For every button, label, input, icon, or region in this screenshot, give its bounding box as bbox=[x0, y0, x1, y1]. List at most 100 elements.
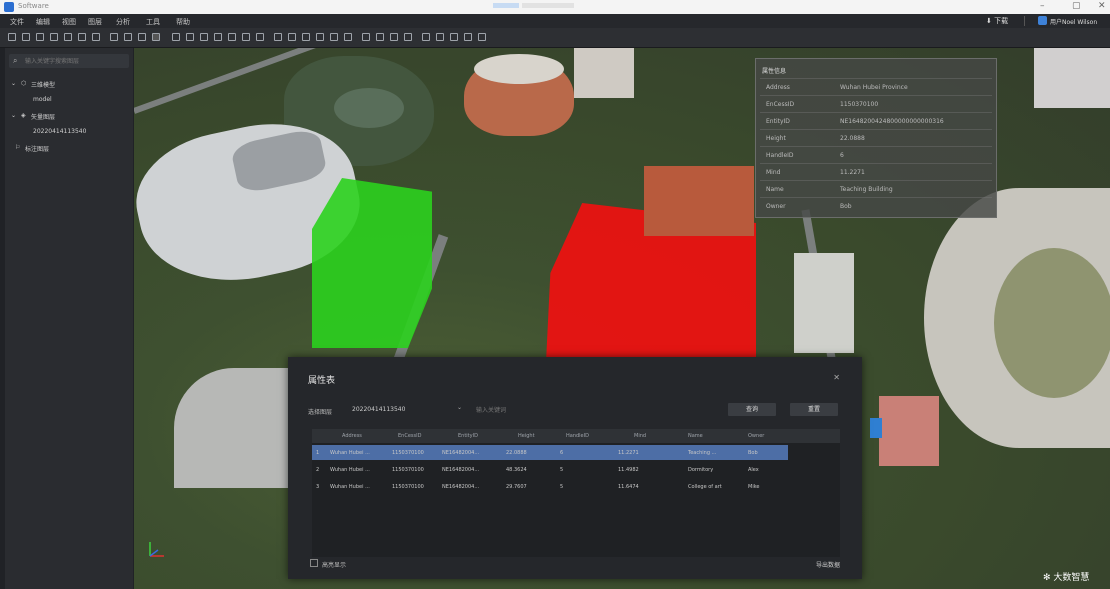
feature-info-popup: 属性信息 Address Wuhan Hubei Province EnCess… bbox=[755, 58, 997, 218]
building[interactable] bbox=[574, 48, 634, 98]
popup-key: Mind bbox=[766, 169, 781, 176]
export-data-button[interactable]: 导出数据 bbox=[816, 560, 840, 569]
scene-icon[interactable] bbox=[302, 33, 310, 41]
expand-icon[interactable]: ⌄ bbox=[11, 112, 16, 119]
close-window-icon[interactable]: ✕ bbox=[1098, 1, 1106, 11]
toolbar bbox=[0, 28, 1110, 48]
building[interactable] bbox=[879, 396, 939, 466]
profile-icon[interactable] bbox=[376, 33, 384, 41]
close-icon[interactable] bbox=[92, 33, 100, 41]
column-header[interactable]: HandleID bbox=[566, 433, 589, 439]
zoom-in-icon[interactable] bbox=[124, 33, 132, 41]
layer-icon[interactable] bbox=[50, 33, 58, 41]
cube-icon: ⬡ bbox=[21, 80, 27, 87]
globe-icon[interactable] bbox=[404, 33, 412, 41]
column-header[interactable]: EnCessID bbox=[398, 433, 421, 439]
menu-view[interactable]: 视图 bbox=[62, 17, 76, 27]
highlight-checkbox-label: 高亮显示 bbox=[322, 562, 347, 569]
menu-help[interactable]: 帮助 bbox=[176, 17, 190, 27]
avatar[interactable] bbox=[1038, 16, 1047, 25]
popup-key: Owner bbox=[766, 203, 786, 210]
download-button[interactable]: ⬇ 下载 bbox=[986, 16, 1008, 26]
query-icon[interactable] bbox=[422, 33, 430, 41]
pond bbox=[334, 88, 404, 128]
query-button[interactable]: 查询 bbox=[728, 403, 776, 416]
refresh-icon[interactable] bbox=[64, 33, 72, 41]
light-icon[interactable] bbox=[316, 33, 324, 41]
minimize-icon[interactable]: – bbox=[1040, 1, 1045, 11]
area-icon[interactable] bbox=[200, 33, 208, 41]
divider bbox=[760, 146, 992, 147]
grid-icon[interactable] bbox=[172, 33, 180, 41]
highlighted-building-green[interactable] bbox=[312, 178, 432, 348]
user-name[interactable]: 用户Noel Wilson bbox=[1050, 17, 1097, 26]
column-header[interactable]: Name bbox=[688, 433, 703, 439]
popup-value: Bob bbox=[840, 203, 852, 210]
select-icon[interactable] bbox=[152, 33, 160, 41]
open-folder-icon[interactable] bbox=[22, 33, 30, 41]
column-header[interactable]: Mind bbox=[634, 433, 646, 439]
column-header[interactable]: Address bbox=[342, 433, 362, 439]
menu-layer[interactable]: 图层 bbox=[88, 17, 102, 27]
add-icon[interactable] bbox=[110, 33, 118, 41]
delete-icon[interactable] bbox=[288, 33, 296, 41]
box-icon[interactable] bbox=[274, 33, 282, 41]
expand-icon[interactable]: ⌄ bbox=[11, 80, 16, 87]
layer-select-value: 20220414113540 bbox=[352, 406, 406, 413]
curved-building[interactable] bbox=[174, 368, 294, 488]
divider bbox=[760, 129, 992, 130]
building[interactable] bbox=[794, 253, 854, 353]
zoom-out-icon[interactable] bbox=[138, 33, 146, 41]
tree-item-model[interactable]: model bbox=[5, 92, 133, 108]
route-icon[interactable] bbox=[362, 33, 370, 41]
popup-value: 22.0888 bbox=[840, 135, 865, 142]
divider bbox=[760, 180, 992, 181]
save-icon[interactable] bbox=[36, 33, 44, 41]
menu-tools[interactable]: 工具 bbox=[146, 17, 160, 27]
column-header[interactable]: Height bbox=[518, 433, 535, 439]
tree-item-annotation[interactable]: ⚐ 标注图层 bbox=[5, 140, 133, 156]
app-icon bbox=[4, 2, 14, 12]
image-icon[interactable] bbox=[390, 33, 398, 41]
settings-icon[interactable] bbox=[78, 33, 86, 41]
table-icon[interactable] bbox=[214, 33, 222, 41]
table-row[interactable]: 2 Wuhan Hubei ... 1150370100 NE16482004.… bbox=[312, 462, 788, 477]
monitor-icon[interactable] bbox=[228, 33, 236, 41]
building[interactable] bbox=[644, 166, 754, 236]
tree-item-3d-models[interactable]: ⌄ ⬡ 三维模型 bbox=[5, 76, 133, 92]
menu-file[interactable]: 文件 bbox=[10, 17, 24, 27]
maximize-icon[interactable]: ▢ bbox=[1072, 1, 1081, 11]
export-icon[interactable] bbox=[450, 33, 458, 41]
tree-item-vector-layer[interactable]: 20220414113540 bbox=[5, 124, 133, 140]
chart-icon[interactable] bbox=[330, 33, 338, 41]
layer-search-input[interactable] bbox=[23, 55, 127, 68]
keyword-input[interactable] bbox=[474, 403, 726, 417]
axis-gizmo-icon bbox=[149, 542, 164, 557]
measure-icon[interactable] bbox=[186, 33, 194, 41]
reset-button[interactable]: 重置 bbox=[790, 403, 838, 416]
camera-icon[interactable] bbox=[256, 33, 264, 41]
attribute-icon[interactable] bbox=[436, 33, 444, 41]
filter-icon[interactable] bbox=[242, 33, 250, 41]
column-header[interactable]: Owner bbox=[748, 433, 764, 439]
layer-select[interactable]: 20220414113540 ⌄ bbox=[346, 403, 462, 415]
popup-key: Address bbox=[766, 84, 790, 91]
new-file-icon[interactable] bbox=[8, 33, 16, 41]
column-header[interactable]: EntityID bbox=[458, 433, 478, 439]
divider bbox=[760, 163, 992, 164]
menu-edit[interactable]: 编辑 bbox=[36, 17, 50, 27]
building[interactable] bbox=[1034, 48, 1110, 108]
help-icon[interactable] bbox=[478, 33, 486, 41]
search-icon: ⌕ bbox=[13, 56, 18, 65]
table-row[interactable]: 3 Wuhan Hubei ... 1150370100 NE16482004.… bbox=[312, 479, 788, 494]
highlight-checkbox[interactable] bbox=[310, 559, 318, 567]
title-tab-active[interactable] bbox=[493, 3, 519, 8]
flag-icon[interactable] bbox=[344, 33, 352, 41]
menu-analysis[interactable]: 分析 bbox=[116, 17, 130, 27]
close-icon[interactable]: ✕ bbox=[833, 373, 840, 382]
divider bbox=[760, 78, 992, 79]
share-icon[interactable] bbox=[464, 33, 472, 41]
tree-item-vector-layers[interactable]: ⌄ ◈ 矢量图层 bbox=[5, 108, 133, 124]
title-tab[interactable] bbox=[522, 3, 574, 8]
table-row[interactable]: 1 Wuhan Hubei ... 1150370100 NE16482004.… bbox=[312, 445, 788, 460]
